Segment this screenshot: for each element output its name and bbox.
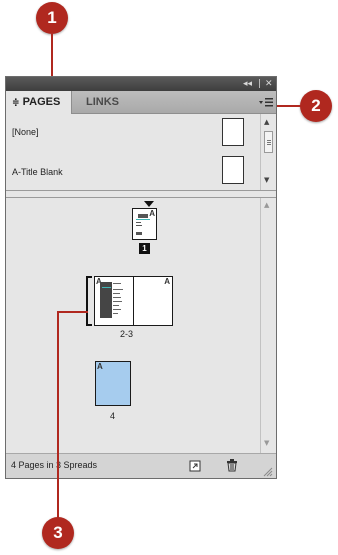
page-3-master-letter: A: [164, 277, 170, 286]
document-pages-section: A 1 A A 2-3 A 4 ▲ ▼: [6, 198, 276, 453]
scroll-down-icon[interactable]: ▼: [264, 176, 269, 184]
spread-bracket: [86, 276, 92, 326]
close-panel-icon[interactable]: ✕: [265, 77, 273, 91]
page-1-master-letter: A: [149, 209, 155, 218]
master-pages-section: [None] A-Title Blank ▲ ▼: [6, 114, 276, 190]
master-item-none[interactable]: [None]: [6, 114, 256, 152]
callout-3-leader-horizontal: [57, 311, 88, 313]
panel-tab-row: ≑ PAGES LINKS: [6, 91, 276, 114]
section-divider[interactable]: [6, 190, 276, 198]
masters-scrollbar[interactable]: ▲ ▼: [260, 114, 276, 190]
scroll-up-icon[interactable]: ▲: [264, 118, 269, 126]
callout-1: 1: [36, 2, 68, 34]
resize-grip-icon[interactable]: [263, 467, 273, 477]
callout-3-leader-vertical: [57, 311, 59, 518]
master-item-a-title-blank[interactable]: A-Title Blank: [6, 152, 256, 190]
create-new-page-icon[interactable]: [189, 460, 201, 472]
master-label-a-title-blank: A-Title Blank: [12, 167, 63, 177]
page-1-number: 1: [139, 243, 150, 254]
master-thumb-a-title-blank: [222, 156, 244, 184]
callout-1-number: 1: [47, 8, 57, 27]
page-4-master-letter: A: [97, 362, 103, 371]
current-page-arrow-icon: [144, 201, 154, 207]
master-label-none: [None]: [12, 127, 39, 137]
callout-2-leader: [276, 105, 301, 107]
page-4-thumb[interactable]: A: [95, 361, 131, 406]
callout-2-number: 2: [311, 96, 321, 115]
tab-pages-label: PAGES: [22, 96, 61, 108]
delete-page-icon[interactable]: [226, 459, 238, 472]
page-2-thumb[interactable]: A: [94, 276, 134, 326]
master-thumb-none: [222, 118, 244, 146]
tab-links[interactable]: LINKS: [80, 91, 125, 113]
pages-scroll-down-icon[interactable]: ▼: [264, 439, 269, 447]
callout-3-number: 3: [53, 523, 63, 542]
panel-menu-icon[interactable]: [259, 95, 273, 109]
page-4-number: 4: [110, 411, 116, 421]
tab-links-label: LINKS: [86, 96, 119, 108]
tab-pages[interactable]: ≑ PAGES: [6, 91, 72, 114]
callout-3: 3: [42, 517, 74, 549]
callout-2: 2: [300, 90, 332, 122]
tab-collapse-icon: ≑: [12, 98, 20, 108]
spread-2-3-label: 2-3: [120, 329, 134, 339]
page-3-thumb[interactable]: A: [133, 276, 173, 326]
page-count-status: 4 Pages in 3 Spreads: [11, 460, 98, 470]
pages-panel: ◂◂ | ✕ ≑ PAGES LINKS [None] A-Title Blan…: [5, 76, 277, 479]
collapse-panel-icon[interactable]: ◂◂: [243, 77, 252, 91]
pages-scrollbar[interactable]: ▲ ▼: [260, 198, 276, 453]
masters-scroll-thumb[interactable]: [264, 131, 273, 153]
pages-scroll-up-icon[interactable]: ▲: [264, 201, 269, 209]
panel-status-bar: 4 Pages in 3 Spreads: [6, 453, 276, 478]
panel-titlebar: ◂◂ | ✕: [6, 77, 276, 91]
page-1-thumb[interactable]: A: [132, 208, 157, 240]
titlebar-separator: |: [258, 79, 262, 89]
